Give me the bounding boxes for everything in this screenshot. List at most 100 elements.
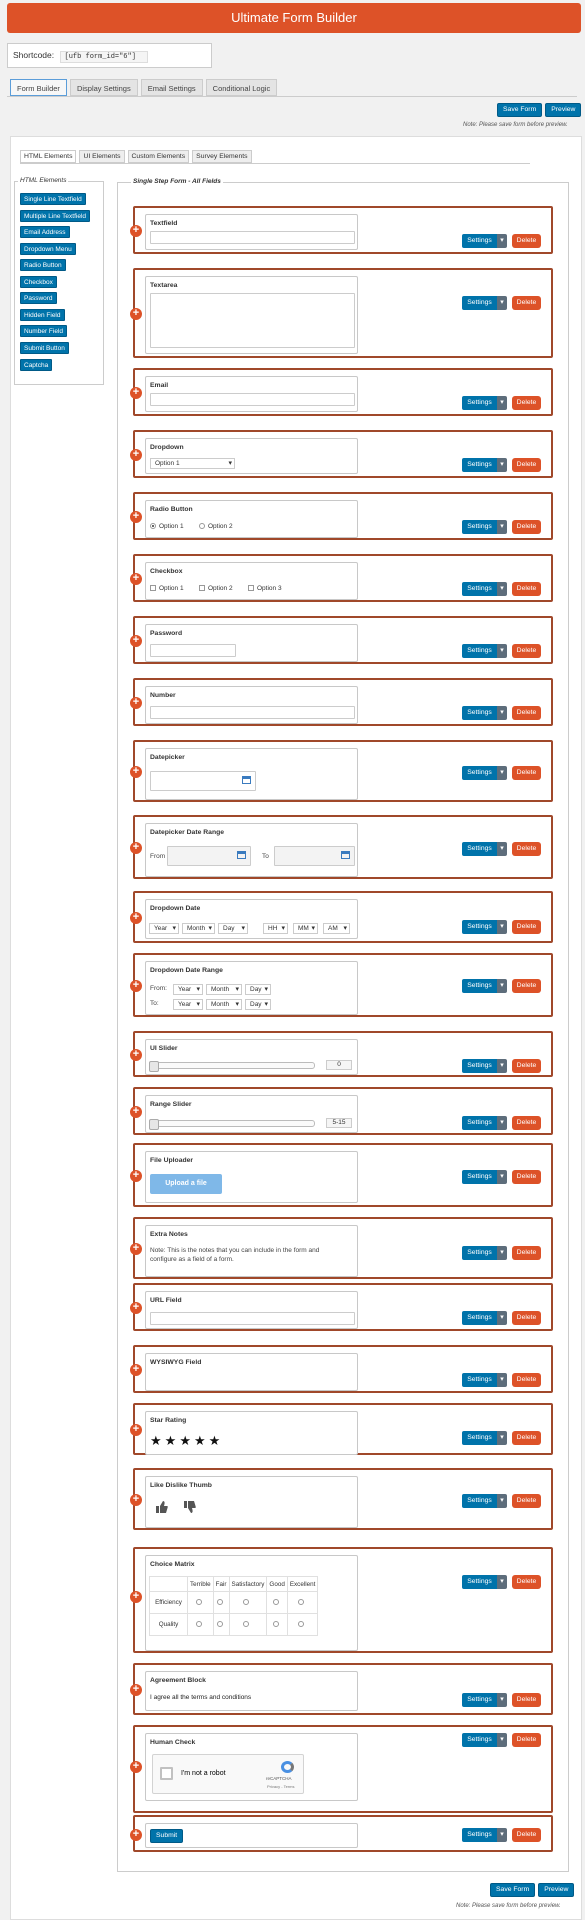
star-icon[interactable]: ★ <box>179 1433 194 1448</box>
delete-button[interactable]: Delete <box>512 1575 541 1589</box>
star-rating[interactable]: ★★★★★ <box>150 1433 223 1449</box>
add-multiple-line-textfield[interactable]: Multiple Line Textfield <box>20 210 91 222</box>
delete-button[interactable]: Delete <box>512 842 541 856</box>
add-checkbox[interactable]: Checkbox <box>20 276 57 288</box>
delete-button[interactable]: Delete <box>512 234 541 248</box>
save-form-button[interactable]: Save Form <box>497 103 543 117</box>
radio-icon[interactable] <box>195 1599 202 1606</box>
field-password[interactable]: + Password Settings ▾ Delete <box>130 616 553 664</box>
minute-select[interactable]: MM <box>293 923 318 934</box>
settings-button[interactable]: Settings ▾ <box>462 582 507 596</box>
calendar-icon[interactable] <box>237 851 246 859</box>
checkbox-option[interactable]: Option 1 <box>150 585 184 592</box>
add-number-field[interactable]: Number Field <box>20 325 68 337</box>
settings-button[interactable]: Settings ▾ <box>462 1311 507 1325</box>
settings-button[interactable]: Settings ▾ <box>462 766 507 780</box>
field-url[interactable]: + URL Field Settings ▾ Delete <box>130 1283 553 1331</box>
date-input[interactable] <box>150 771 256 791</box>
tab-html-elements[interactable]: HTML Elements <box>20 150 77 163</box>
radio-icon[interactable] <box>243 1621 250 1628</box>
field-star-rating[interactable]: + Star Rating ★★★★★ Settings ▾ Delete <box>130 1403 553 1455</box>
delete-button[interactable]: Delete <box>512 1373 541 1387</box>
field-checkbox[interactable]: + Checkbox Option 1 Option 2 Option 3 Se… <box>130 554 553 602</box>
tab-conditional-logic[interactable]: Conditional Logic <box>205 79 278 96</box>
add-radio-button[interactable]: Radio Button <box>20 259 66 271</box>
add-icon[interactable]: + <box>130 1591 142 1603</box>
settings-button[interactable]: Settings ▾ <box>462 1373 507 1387</box>
add-icon[interactable]: + <box>130 635 142 647</box>
field-datepicker[interactable]: + Datepicker Settings ▾ Delete <box>130 740 553 802</box>
to-month-select[interactable]: Month <box>206 999 242 1010</box>
checkbox-option[interactable]: Option 3 <box>248 585 282 592</box>
add-icon[interactable]: + <box>130 449 142 461</box>
field-email[interactable]: + Email Settings ▾ Delete <box>130 368 553 416</box>
to-day-select[interactable]: Day <box>245 999 271 1010</box>
settings-button[interactable]: Settings ▾ <box>462 1246 507 1260</box>
add-icon[interactable]: + <box>130 225 142 237</box>
hour-select[interactable]: HH <box>263 923 288 934</box>
add-icon[interactable]: + <box>130 1106 142 1118</box>
star-icon[interactable]: ★ <box>165 1433 180 1448</box>
field-choice-matrix[interactable]: + Choice Matrix Terrible Fair Satisfacto… <box>130 1547 553 1653</box>
calendar-icon[interactable] <box>242 776 251 784</box>
to-date-input[interactable] <box>274 846 355 866</box>
add-icon[interactable]: + <box>130 511 142 523</box>
month-select[interactable]: Month <box>182 923 215 934</box>
field-human-check[interactable]: + Human Check I'm not a robot reCAPTCHA … <box>130 1725 553 1813</box>
radio-icon[interactable] <box>243 1599 250 1606</box>
radio-icon[interactable] <box>272 1599 279 1606</box>
field-date-range[interactable]: + Datepicker Date Range From To Settings… <box>130 815 553 879</box>
add-single-line-textfield[interactable]: Single Line Textfield <box>20 193 86 205</box>
submit-button[interactable]: Submit <box>150 1829 184 1843</box>
year-select[interactable]: Year <box>149 923 179 934</box>
add-icon[interactable]: + <box>130 1302 142 1314</box>
field-number[interactable]: + Number Settings ▾ Delete <box>130 678 553 726</box>
settings-button[interactable]: Settings ▾ <box>462 1693 507 1707</box>
add-password[interactable]: Password <box>20 292 57 304</box>
delete-button[interactable]: Delete <box>512 1733 541 1747</box>
add-icon[interactable]: + <box>130 1829 142 1841</box>
delete-button[interactable]: Delete <box>512 520 541 534</box>
settings-button[interactable]: Settings ▾ <box>462 1828 507 1842</box>
upload-file-button[interactable]: Upload a file <box>150 1174 222 1194</box>
add-icon[interactable]: + <box>130 1494 142 1506</box>
field-range-slider[interactable]: + Range Slider 5-15 Settings ▾ Delete <box>130 1087 553 1135</box>
add-email-address[interactable]: Email Address <box>20 226 70 238</box>
settings-button[interactable]: Settings ▾ <box>462 520 507 534</box>
settings-button[interactable]: Settings ▾ <box>462 296 507 310</box>
shortcode-value[interactable]: [ufb form_id="6"] <box>59 51 148 63</box>
add-icon[interactable]: + <box>130 1684 142 1696</box>
add-dropdown-menu[interactable]: Dropdown Menu <box>20 243 76 255</box>
radio-option[interactable]: Option 1 <box>150 523 184 530</box>
delete-button[interactable]: Delete <box>512 296 541 310</box>
ampm-select[interactable]: AM <box>323 923 350 934</box>
field-submit[interactable]: + Submit Settings ▾ Delete <box>130 1815 553 1852</box>
delete-button[interactable]: Delete <box>512 920 541 934</box>
field-wysiwyg[interactable]: + WYSIWYG Field Settings ▾ Delete <box>130 1345 553 1393</box>
from-date-input[interactable] <box>167 846 251 866</box>
settings-button[interactable]: Settings ▾ <box>462 979 507 993</box>
delete-button[interactable]: Delete <box>512 1494 541 1508</box>
add-icon[interactable]: + <box>130 1364 142 1376</box>
tab-email-settings[interactable]: Email Settings <box>140 79 203 96</box>
password-input[interactable] <box>150 644 236 657</box>
field-textarea[interactable]: + Textarea Settings ▾ Delete <box>130 268 553 358</box>
add-icon[interactable]: + <box>130 697 142 709</box>
field-file-uploader[interactable]: + File Uploader Upload a file Settings ▾ … <box>130 1143 553 1207</box>
add-captcha[interactable]: Captcha <box>20 359 53 371</box>
field-dropdown[interactable]: + Dropdown Option 1 Settings▾ Delete <box>130 430 553 478</box>
preview-button[interactable]: Preview <box>545 103 582 117</box>
tab-form-builder[interactable]: Form Builder <box>10 79 67 96</box>
settings-button[interactable]: Settings ▾ <box>462 1116 507 1130</box>
url-input[interactable] <box>150 1312 355 1325</box>
add-icon[interactable]: + <box>130 980 142 992</box>
delete-button[interactable]: Delete <box>512 1059 541 1073</box>
tab-survey-elements[interactable]: Survey Elements <box>192 150 252 163</box>
delete-button[interactable]: Delete <box>512 1693 541 1707</box>
delete-button[interactable]: Delete <box>512 1246 541 1260</box>
settings-button[interactable]: Settings ▾ <box>462 1059 507 1073</box>
from-month-select[interactable]: Month <box>206 984 242 995</box>
from-year-select[interactable]: Year <box>173 984 203 995</box>
recaptcha-checkbox[interactable] <box>160 1767 173 1780</box>
email-input[interactable] <box>150 393 355 406</box>
